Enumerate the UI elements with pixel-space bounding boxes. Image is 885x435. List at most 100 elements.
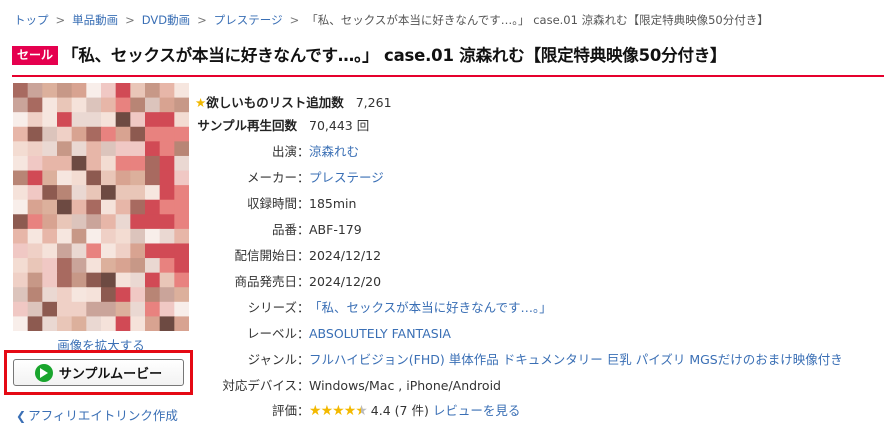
mosaic-tile: [71, 141, 87, 157]
detail-label: 収録時間: [246, 196, 297, 211]
mosaic-tile: [145, 97, 161, 113]
label-link[interactable]: ABSOLUTELY FANTASIA: [309, 326, 451, 341]
genre-link[interactable]: 巨乳: [607, 352, 632, 367]
mosaic-tile: [86, 287, 102, 303]
mosaic-tile: [42, 287, 58, 303]
detail-row-performer: 出演：涼森れむ: [195, 144, 359, 160]
mosaic-tile: [42, 83, 58, 99]
detail-row-genre: ジャンル：フルハイビジョン(FHD) 単体作品 ドキュメンタリー 巨乳 パイズリ…: [195, 352, 843, 368]
genre-link[interactable]: 単体作品: [449, 352, 499, 367]
detail-label: レーベル: [246, 326, 297, 341]
rating-count: (7 件): [394, 403, 429, 418]
product-thumbnail[interactable]: [13, 83, 189, 331]
mosaic-tile: [115, 97, 131, 113]
mosaic-tile: [130, 258, 146, 274]
mosaic-tile: [13, 287, 29, 303]
sample-movie-button[interactable]: サンプルムービー: [13, 359, 184, 386]
mosaic-tile: [101, 243, 117, 259]
rating-score: 4.4: [370, 403, 391, 418]
mosaic-tile: [101, 185, 117, 201]
detail-label: 評価: [271, 403, 297, 418]
mosaic-tile: [13, 199, 29, 215]
mosaic-tile: [174, 199, 189, 215]
star-icon: ★: [343, 403, 357, 419]
wishlist-count: ★欲しいものリスト追加数 7,261: [195, 92, 392, 111]
mosaic-tile: [71, 214, 87, 230]
share-icon: ❮: [16, 409, 27, 423]
mosaic-tile: [86, 185, 102, 201]
breadcrumb-dvd-videos[interactable]: DVD動画: [142, 13, 190, 27]
mosaic-tile: [71, 243, 87, 259]
maker-link[interactable]: プレステージ: [309, 170, 384, 185]
mosaic-tile: [13, 155, 29, 172]
mosaic-tile: [42, 141, 58, 157]
mosaic-tile: [174, 316, 189, 331]
breadcrumb: トップ > 単品動画 > DVD動画 > プレステージ > 「私、セックスが本当に好きなんです……: [14, 12, 769, 28]
mosaic-tile: [174, 243, 189, 259]
sale-badge: セール: [12, 46, 59, 65]
mosaic-tile: [57, 243, 73, 259]
mosaic-tile: [101, 258, 117, 274]
mosaic-tile: [130, 272, 146, 288]
mosaic-tile: [145, 301, 161, 317]
mosaic-tile: [159, 126, 175, 142]
mosaic-tile: [130, 301, 146, 317]
mosaic-tile: [145, 112, 161, 128]
mosaic-tile: [101, 301, 117, 317]
release-start-value: 2024/12/12: [309, 248, 382, 263]
sample-plays-row: サンプル再生回数 70,443 回: [195, 118, 369, 134]
mosaic-tile: [13, 214, 29, 230]
view-reviews-link[interactable]: レビューを見る: [433, 403, 521, 418]
mosaic-tile: [101, 228, 117, 244]
genre-link[interactable]: ドキュメンタリー: [503, 352, 603, 367]
mosaic-tile: [130, 141, 146, 157]
mosaic-tile: [145, 126, 161, 142]
mosaic-tile: [174, 155, 189, 172]
mosaic-tile: [101, 214, 117, 230]
mosaic-tile: [71, 83, 87, 99]
mosaic-tile: [130, 287, 146, 303]
series-link[interactable]: 「私、セックスが本当に好きなんです…。」: [309, 300, 552, 315]
genre-link[interactable]: フルハイビジョン(FHD): [309, 352, 445, 367]
mosaic-tile: [159, 199, 175, 215]
mosaic-tile: [174, 272, 189, 288]
mosaic-tile: [101, 83, 117, 99]
mosaic-tile: [27, 185, 43, 201]
mosaic-tile: [115, 83, 131, 99]
mosaic-tile: [27, 199, 43, 215]
mosaic-tile: [130, 199, 146, 215]
genre-link[interactable]: パイズリ: [636, 352, 686, 367]
mosaic-tile: [86, 243, 102, 259]
mosaic-tile: [13, 112, 29, 128]
star-icon: ★: [195, 95, 207, 110]
affiliate-link[interactable]: ❮ アフィリエイトリンク作成: [16, 405, 178, 424]
mosaic-tile: [86, 214, 102, 230]
mosaic-tile: [42, 170, 58, 186]
rating-stars: ★★★★★: [309, 403, 368, 419]
mosaic-tile: [115, 199, 131, 215]
breadcrumb-maker[interactable]: プレステージ: [214, 13, 283, 27]
performer-link[interactable]: 涼森れむ: [309, 144, 359, 159]
detail-label: 商品発売日: [234, 274, 297, 289]
genre-link[interactable]: MGSだけのおまけ映像付き: [689, 352, 842, 367]
sample-plays-value: 70,443: [309, 118, 353, 133]
mosaic-tile: [71, 170, 87, 186]
mosaic-tile: [174, 228, 189, 244]
breadcrumb-single-videos[interactable]: 単品動画: [72, 13, 118, 27]
breadcrumb-top[interactable]: トップ: [14, 13, 49, 27]
mosaic-tile: [86, 112, 102, 128]
mosaic-tile: [27, 258, 43, 274]
mosaic-tile: [159, 287, 175, 303]
mosaic-tile: [101, 272, 117, 288]
mosaic-tile: [42, 228, 58, 244]
mosaic-tile: [57, 97, 73, 113]
sample-movie-label: サンプルムービー: [58, 367, 163, 382]
mosaic-tile: [71, 301, 87, 317]
mosaic-tile: [101, 155, 117, 172]
mosaic-tile: [57, 272, 73, 288]
mosaic-tile: [130, 185, 146, 201]
sample-button-highlight: サンプルムービー: [4, 350, 193, 395]
mosaic-tile: [13, 185, 29, 201]
product-image-mosaic: [13, 83, 189, 331]
mosaic-tile: [174, 97, 189, 113]
